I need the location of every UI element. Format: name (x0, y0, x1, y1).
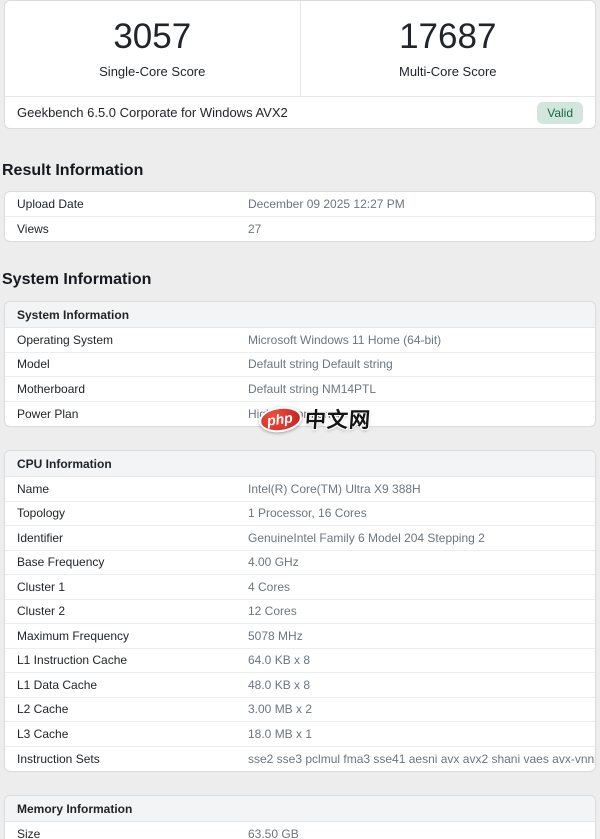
table-row: L1 Instruction Cache 64.0 KB x 8 (5, 649, 595, 673)
card-header: System Information (5, 302, 595, 328)
row-label: Operating System (17, 332, 114, 347)
row-value: Microsoft Windows 11 Home (64-bit) (248, 332, 442, 347)
table-row: L1 Data Cache 48.0 KB x 8 (5, 673, 595, 698)
row-value: 4 Cores (248, 579, 291, 594)
table-row: Base Frequency 4.00 GHz (5, 551, 595, 575)
table-row: Name Intel(R) Core(TM) Ultra X9 388H (5, 477, 595, 502)
row-label: Topology (17, 506, 66, 521)
system-information-heading: System Information (2, 271, 152, 288)
row-value: 5078 MHz (248, 628, 303, 643)
score-summary-card: 3057 Single-Core Score 17687 Multi-Core … (4, 0, 596, 129)
table-row: Views 27 (5, 217, 595, 242)
table-row: Instruction Sets sse2 sse3 pclmul fma3 ss… (5, 747, 595, 772)
row-value: 3.00 MB x 2 (248, 702, 313, 717)
table-row: Identifier GenuineIntel Family 6 Model 20… (5, 526, 595, 551)
row-value: December 09 2025 12:27 PM (248, 196, 405, 211)
row-label: Name (17, 481, 50, 496)
row-label: Upload Date (17, 196, 84, 211)
row-value: 64.0 KB x 8 (248, 653, 311, 668)
row-value: Default string NM14PTL (248, 381, 377, 396)
row-label: Views (17, 221, 49, 236)
row-label: L1 Instruction Cache (17, 653, 128, 668)
card-header: Memory Information (5, 796, 595, 822)
table-row: Motherboard Default string NM14PTL (5, 377, 595, 402)
table-row: Size 63.50 GB (5, 822, 595, 839)
benchmark-version-text: Geekbench 6.5.0 Corporate for Windows AV… (17, 105, 288, 120)
table-row: Maximum Frequency 5078 MHz (5, 624, 595, 649)
php-cn-watermark-logo: php 中文网 (257, 403, 372, 435)
multi-core-score-value: 17687 (399, 16, 497, 56)
row-label: Instruction Sets (17, 751, 100, 766)
cpu-information-card: CPU Information Name Intel(R) Core(TM) Ult… (4, 450, 596, 772)
row-value: 63.50 GB (248, 827, 299, 839)
row-label: L1 Data Cache (17, 677, 98, 692)
row-label: Power Plan (17, 406, 79, 421)
row-label: Size (17, 827, 41, 839)
multi-core-score-panel: 17687 Multi-Core Score (299, 1, 596, 96)
php-logo-icon: php (257, 403, 304, 435)
result-information-heading: Result Information (2, 162, 144, 179)
memory-information-card: Memory Information Size 63.50 GB (4, 795, 596, 839)
watermark-cn-text: 中文网 (303, 409, 372, 432)
row-label: L2 Cache (17, 702, 69, 717)
table-row: Cluster 1 4 Cores (5, 575, 595, 600)
result-information-card: Upload Date December 09 2025 12:27 PM View… (4, 191, 596, 242)
single-core-score-label: Single-Core Score (99, 63, 206, 79)
table-row: L3 Cache 18.0 MB x 1 (5, 722, 595, 747)
geekbench-result-page: 3057 Single-Core Score 17687 Multi-Core … (0, 0, 600, 839)
row-label: Model (17, 357, 50, 372)
row-value: Intel(R) Core(TM) Ultra X9 388H (248, 481, 421, 496)
row-value: GenuineIntel Family 6 Model 204 Stepping… (248, 530, 485, 545)
row-value: 1 Processor, 16 Cores (248, 506, 367, 521)
table-row: Operating System Microsoft Windows 11 Hom… (5, 328, 595, 353)
table-row: Model Default string Default string (5, 353, 595, 377)
row-value: 4.00 GHz (248, 555, 299, 570)
table-row: Topology 1 Processor, 16 Cores (5, 502, 595, 526)
row-value: 12 Cores (248, 604, 297, 619)
row-label: Cluster 1 (17, 579, 66, 594)
score-row: 3057 Single-Core Score 17687 Multi-Core … (5, 1, 595, 96)
row-value: Default string Default string (248, 357, 393, 372)
row-label: Identifier (17, 530, 64, 545)
row-label: Maximum Frequency (17, 628, 130, 643)
row-value: 18.0 MB x 1 (248, 726, 313, 741)
multi-core-score-label: Multi-Core Score (398, 63, 497, 79)
result-information-rows: Upload Date December 09 2025 12:27 PM View… (5, 192, 595, 241)
row-value: sse2 sse3 pclmul fma3 sse41 aesni avx av… (248, 751, 596, 766)
row-value: 48.0 KB x 8 (248, 677, 311, 692)
table-row: L2 Cache 3.00 MB x 2 (5, 698, 595, 722)
row-label: L3 Cache (17, 726, 69, 741)
benchmark-version-bar: Geekbench 6.5.0 Corporate for Windows AV… (5, 96, 595, 128)
system-information-cards: System Information Operating System Micros… (0, 301, 600, 839)
row-label: Cluster 2 (17, 604, 66, 619)
single-core-score-panel: 3057 Single-Core Score (5, 1, 300, 96)
table-row: Cluster 2 12 Cores (5, 600, 595, 624)
valid-status-badge: Valid (537, 101, 583, 124)
card-header: CPU Information (5, 451, 595, 477)
single-core-score-value: 3057 (113, 16, 192, 56)
table-row: Upload Date December 09 2025 12:27 PM (5, 192, 595, 217)
row-label: Motherboard (17, 381, 86, 396)
row-value: 27 (248, 221, 262, 236)
row-label: Base Frequency (17, 555, 105, 570)
